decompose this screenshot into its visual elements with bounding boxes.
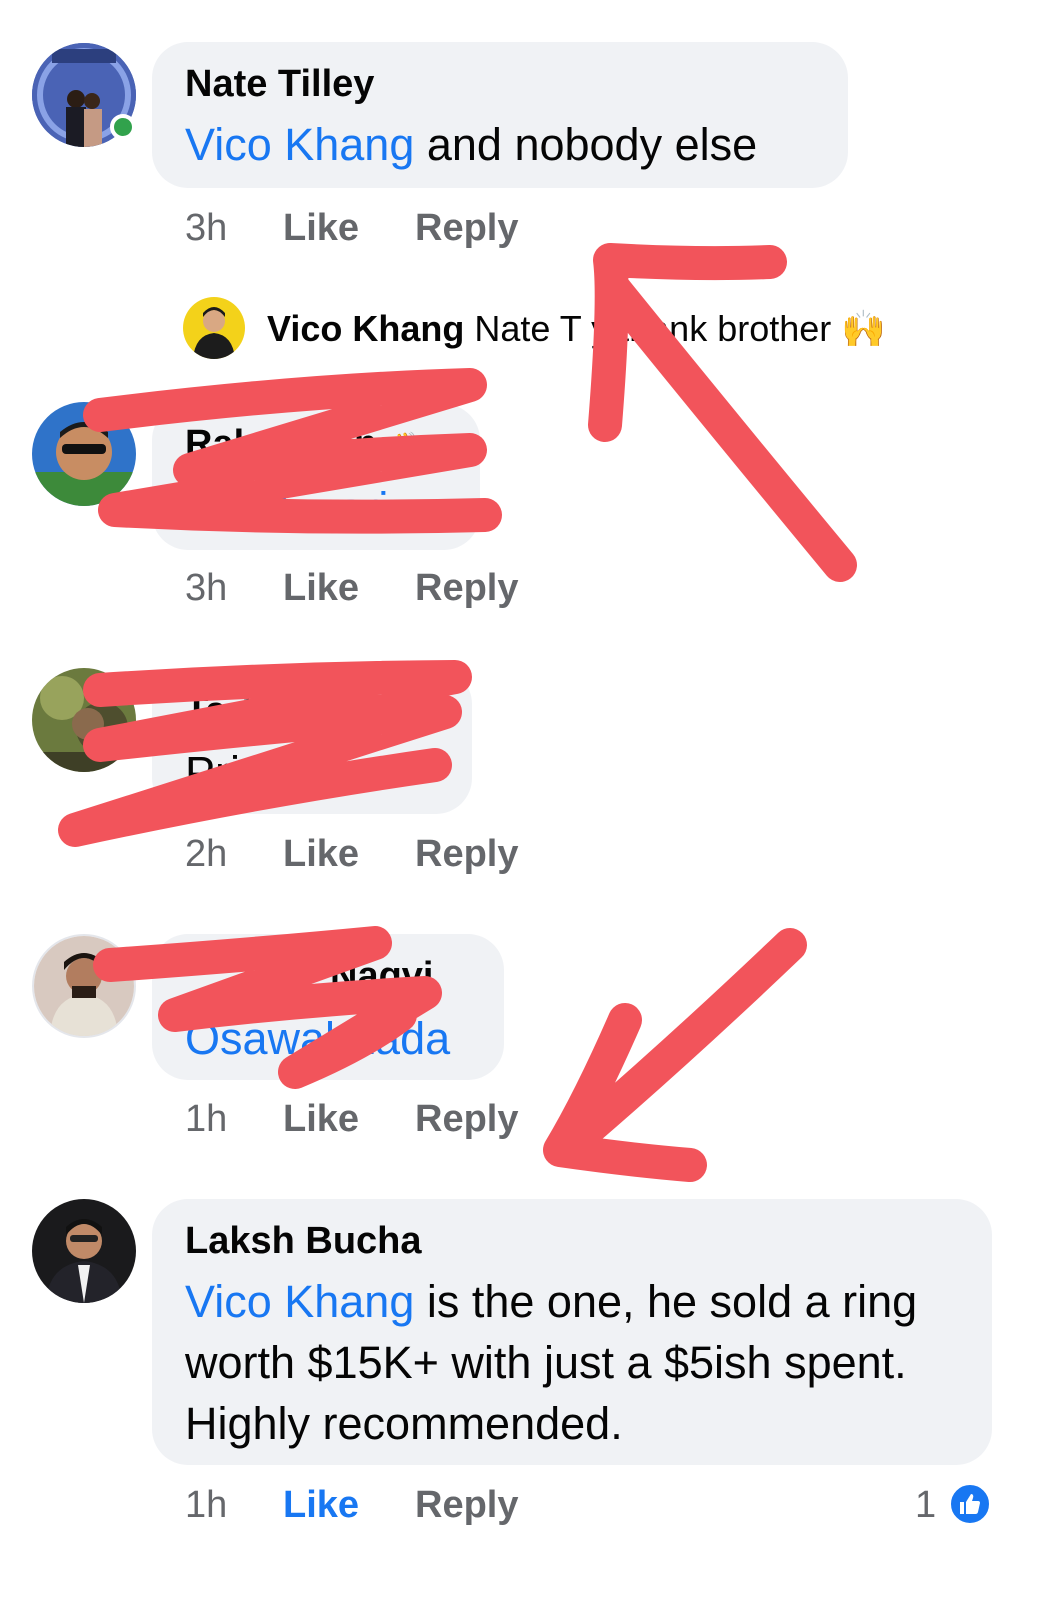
mention-link[interactable]: Vico Khang	[185, 119, 414, 170]
like-button[interactable]: Like	[283, 1098, 359, 1141]
like-button[interactable]: Like	[283, 833, 359, 876]
reaction-count[interactable]: 1	[915, 1484, 936, 1527]
online-status-dot	[110, 114, 136, 140]
avatar-image	[32, 1199, 136, 1303]
comment-author[interactable]: Rahul Jain 👋	[185, 423, 423, 466]
reply-text: Nate T y thank brother	[474, 308, 832, 349]
mention-link[interactable]: Vico Khang	[185, 1276, 414, 1327]
reply-button[interactable]: Reply	[415, 833, 518, 876]
comment-time[interactable]: 3h	[185, 567, 227, 610]
avatar-image	[32, 402, 136, 506]
avatar-image	[183, 297, 245, 359]
avatar-image	[34, 936, 134, 1036]
thumbs-up-icon[interactable]	[948, 1482, 992, 1526]
avatar-commenter-3[interactable]	[32, 668, 136, 772]
avatar-commenter-2[interactable]	[32, 402, 136, 506]
comment-text: Osawal Zada	[185, 1008, 450, 1069]
comment-text: Privat	[185, 747, 301, 798]
avatar-vico-khang[interactable]	[183, 297, 245, 359]
comment-time[interactable]: 2h	[185, 833, 227, 876]
comment-text: Tiwari	[270, 478, 388, 539]
avatar-commenter-4[interactable]	[32, 934, 136, 1038]
like-button[interactable]: Like	[283, 207, 359, 250]
raising-hands-icon: 🙌	[841, 308, 887, 349]
mention-link[interactable]: Osawal Zada	[185, 1013, 450, 1064]
thumbs-up-glyph	[960, 1494, 980, 1514]
avatar-image	[32, 668, 136, 772]
arrow-down-left	[543, 928, 807, 1182]
waving-hand-icon: 👋	[387, 431, 423, 462]
mention-link[interactable]: Tiwari	[270, 483, 388, 534]
like-button[interactable]: Like	[283, 567, 359, 610]
avatar-laksh-bucha[interactable]	[32, 1199, 136, 1303]
comment-author[interactable]: Laksh Bucha	[185, 1220, 422, 1263]
comment-time[interactable]: 3h	[185, 207, 227, 250]
comment-time[interactable]: 1h	[185, 1484, 227, 1527]
like-button[interactable]: Like	[283, 1484, 359, 1527]
comment-author[interactable]: Nate Tilley	[185, 63, 374, 106]
reply-button[interactable]: Reply	[415, 1098, 518, 1141]
comment-text: Vico Khang and nobody else	[185, 119, 758, 170]
reply-button[interactable]: Reply	[415, 567, 518, 610]
comment-time[interactable]: 1h	[185, 1098, 227, 1141]
arrow-up-left	[588, 243, 857, 582]
reply-button[interactable]: Reply	[415, 1484, 518, 1527]
comment-text: Vico Khang is the one, he sold a ring wo…	[185, 1276, 918, 1449]
comment-author[interactable]: Tarik	[185, 690, 273, 733]
reply-preview[interactable]: Vico Khang Nate T y thank brother 🙌	[267, 308, 886, 350]
reply-button[interactable]: Reply	[415, 207, 518, 250]
reply-author[interactable]: Vico Khang	[267, 308, 464, 349]
comment-author[interactable]: Naqvi	[330, 955, 433, 998]
